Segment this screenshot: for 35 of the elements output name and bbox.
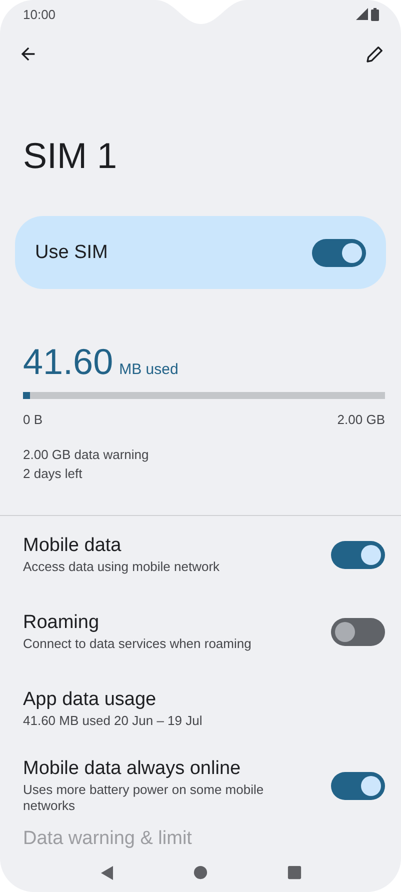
toggle-switch[interactable] (331, 540, 385, 568)
pencil-icon (365, 44, 385, 64)
use-sim-label: Use SIM (35, 242, 108, 264)
min-label: 0 B (23, 411, 43, 429)
usage-amount: 41.60 (23, 341, 114, 383)
max-label: 2.00 GB (337, 411, 385, 429)
toggle-switch[interactable] (312, 238, 366, 266)
setting-row[interactable]: Mobile data Access data using mobile network (0, 516, 401, 593)
home-nav-button[interactable] (193, 865, 208, 880)
setting-row[interactable]: Roaming Connect to data services when roaming (0, 593, 401, 670)
usage-unit: MB used (119, 361, 178, 378)
triangle-icon (99, 865, 116, 881)
days-left-text: 2 days left (23, 465, 84, 483)
signal-icon (356, 8, 368, 20)
use-sim-card[interactable]: Use SIM (15, 216, 386, 289)
setting-title: Roaming (23, 612, 100, 634)
toggle-switch[interactable] (331, 772, 385, 800)
battery-icon (371, 8, 379, 20)
circle-icon (193, 865, 208, 880)
setting-row[interactable]: App data usage 41.60 MB used 20 Jun – 19 Jul (0, 670, 401, 747)
toggle-switch[interactable] (331, 618, 385, 646)
page-title: SIM 1 (23, 134, 118, 178)
setting-subtitle: Connect to data services when roaming (23, 636, 252, 652)
setting-row[interactable]: Mobile data always online Uses more battery power on some mobile networks (0, 747, 401, 824)
setting-title: Mobile data always online (23, 758, 242, 780)
status-time: 10:00 (23, 6, 56, 22)
back-nav-button[interactable] (99, 865, 116, 881)
setting-title: Mobile data (23, 534, 122, 556)
recents-nav-button[interactable] (286, 865, 302, 880)
setting-title: App data usage (23, 688, 158, 710)
square-icon (286, 865, 302, 880)
setting-subtitle: Uses more battery power on some mobile networks (23, 782, 265, 814)
data-warning-text: 2.00 GB data warning (23, 446, 150, 464)
setting-subtitle: Access data using mobile network (23, 558, 220, 574)
setting-subtitle: 41.60 MB used 20 Jun – 19 Jul (23, 712, 202, 728)
